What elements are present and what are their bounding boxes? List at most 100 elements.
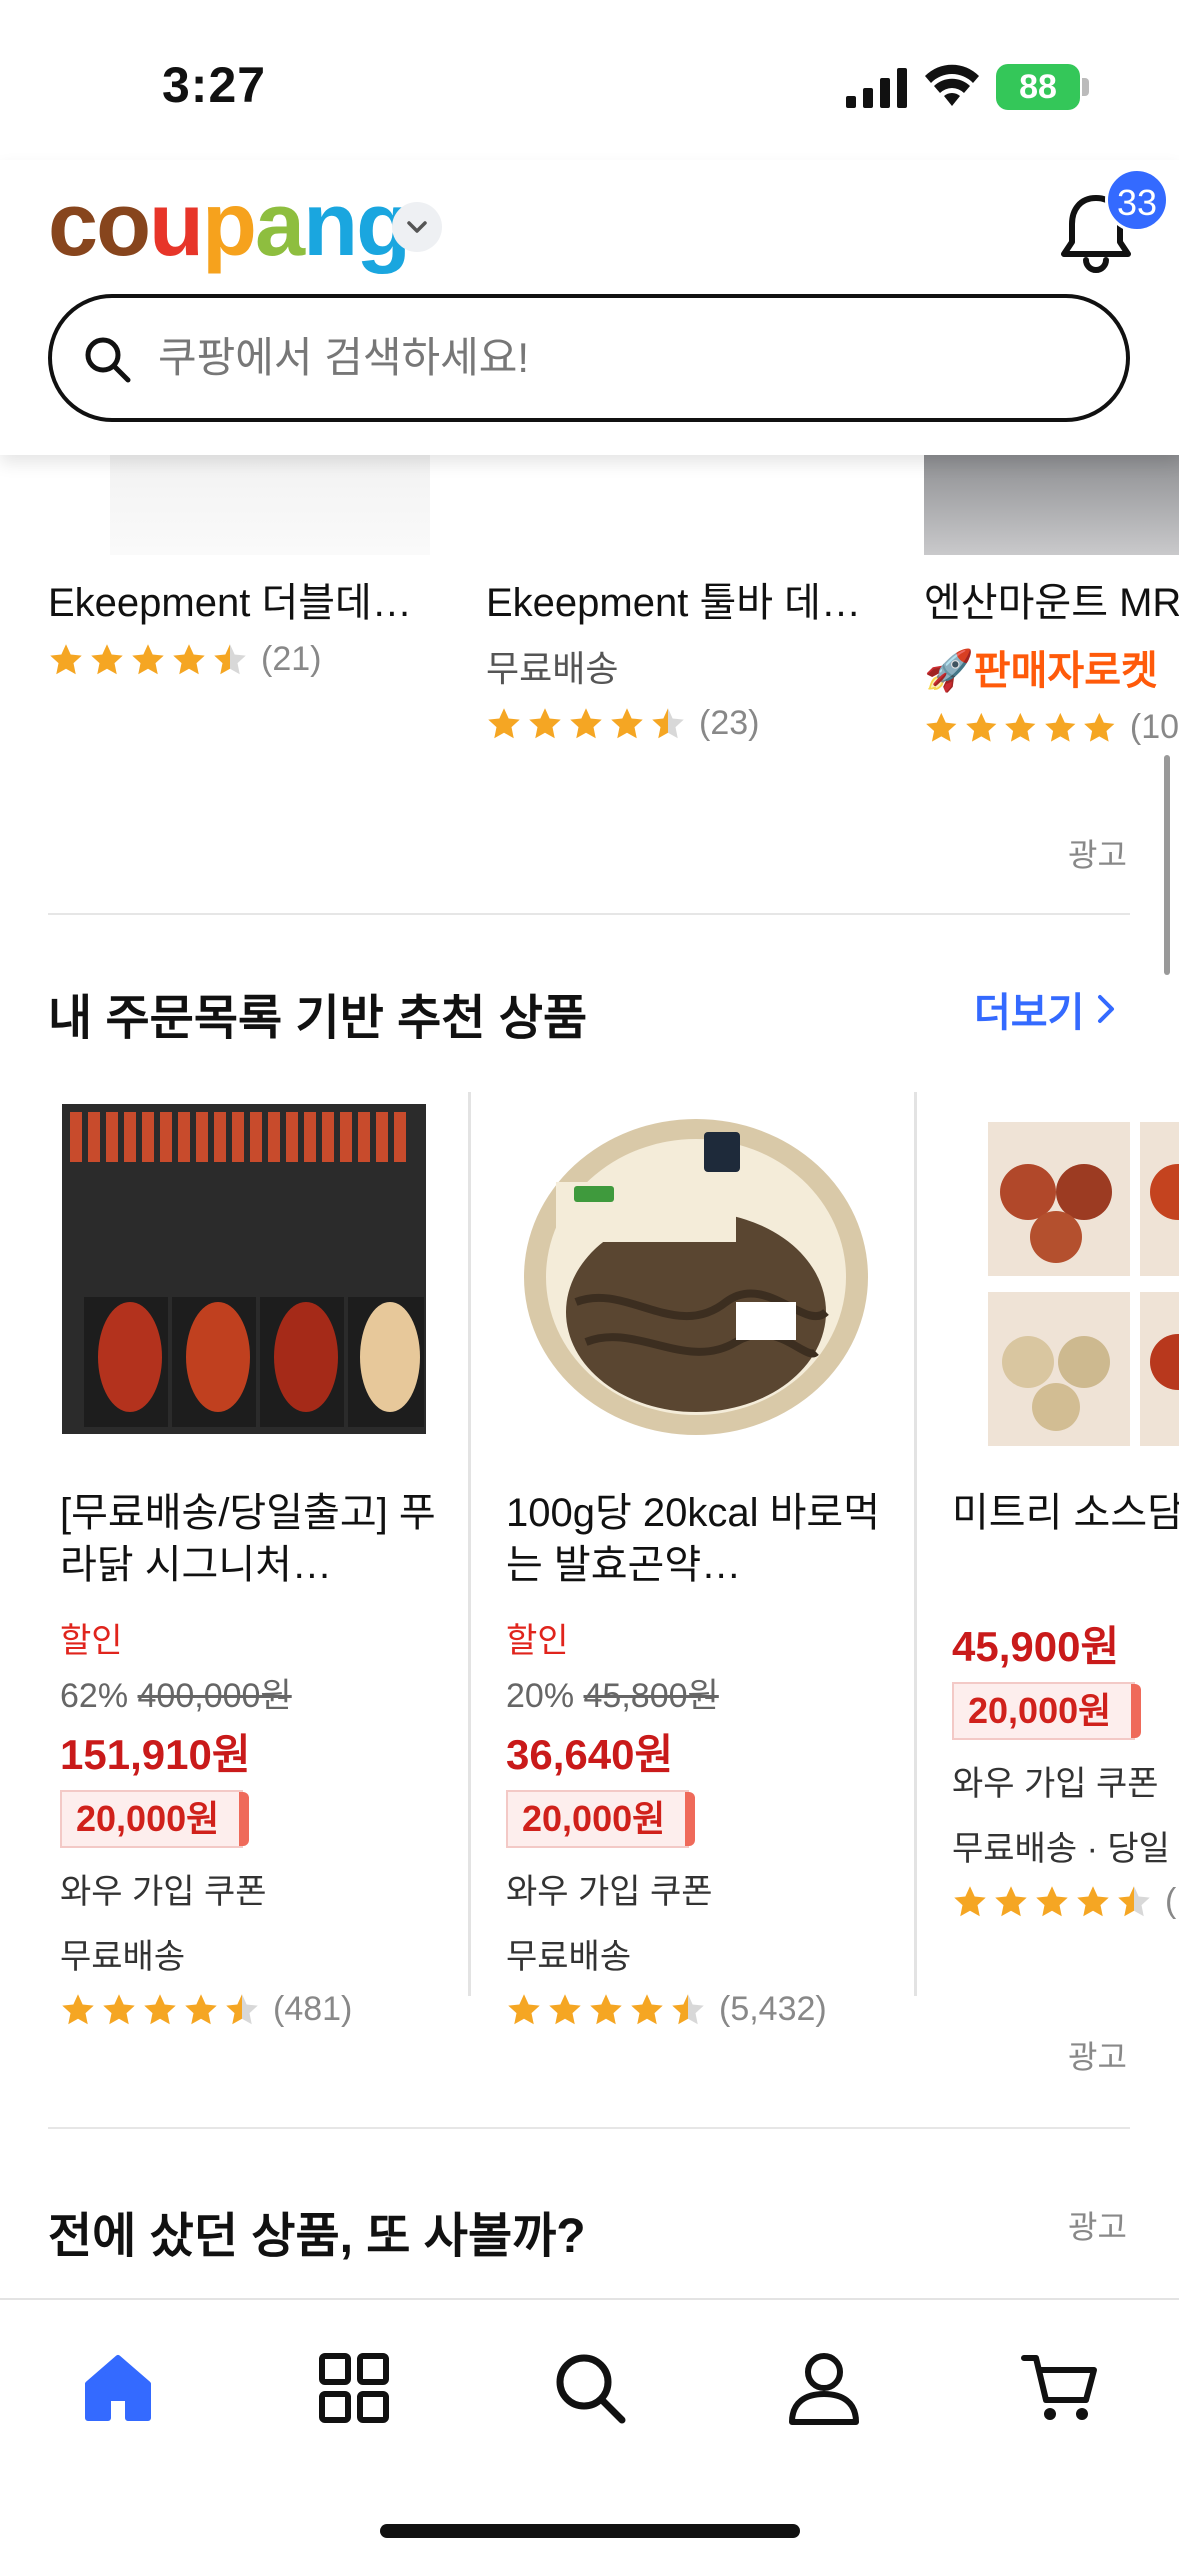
product-title: [무료배송/당일출고] 푸라닭 시그니처… bbox=[60, 1491, 436, 1587]
rating: (23) bbox=[486, 704, 876, 743]
product-title: Ekeepment 툴바 데… bbox=[486, 581, 861, 625]
rating: (481) bbox=[60, 1990, 460, 2029]
review-count: (23) bbox=[699, 704, 760, 742]
star-icon bbox=[1036, 1885, 1068, 1916]
strip-item[interactable]: 엔산마운트 MR 🚀판매자로켓 (10 bbox=[924, 570, 1179, 747]
coupang-logo[interactable]: coupang bbox=[48, 174, 411, 277]
star-icon bbox=[995, 1885, 1027, 1916]
strip-item[interactable]: Ekeepment 툴바 데… 무료배송 (23) bbox=[486, 570, 876, 743]
logo-letter: a bbox=[255, 175, 305, 275]
wifi-icon bbox=[925, 64, 979, 106]
search-icon bbox=[85, 337, 131, 383]
star-icon bbox=[488, 707, 520, 738]
product-card[interactable]: 미트리 소스담 닭가슴살 볼 4 45,900원 20,000원 와우 가입 쿠… bbox=[952, 1092, 1179, 1996]
review-count: (10 bbox=[1129, 708, 1179, 746]
coupon-badge[interactable]: 20,000원 bbox=[60, 1790, 250, 1848]
product-title: 엔산마운트 MR bbox=[924, 581, 1179, 625]
search-icon[interactable] bbox=[550, 2348, 630, 2428]
star-icon bbox=[1044, 712, 1076, 742]
review-count: (5,432) bbox=[719, 1990, 827, 2028]
product-card[interactable]: 100g당 20kcal 바로먹는 발효곤약… 할인 20% 45,800원 3… bbox=[506, 1092, 926, 2028]
search-input[interactable] bbox=[158, 328, 1058, 388]
section-title: 내 주문목록 기반 추천 상품 bbox=[48, 992, 588, 1045]
star-icon bbox=[965, 712, 996, 742]
divider bbox=[48, 2127, 1130, 2129]
sale-label: 할인 bbox=[506, 1622, 569, 1660]
star-icon bbox=[508, 1993, 540, 2024]
strip-item[interactable]: Ekeepment 더블데… (21) bbox=[48, 570, 438, 679]
product-image[interactable] bbox=[506, 1102, 886, 1452]
home-icon[interactable] bbox=[78, 2348, 158, 2428]
star-icon bbox=[214, 643, 246, 674]
rating: (21) bbox=[48, 640, 438, 679]
star-icon bbox=[631, 1993, 663, 2024]
coupon-note: 와우 가입 쿠폰 bbox=[506, 1873, 713, 1911]
product-card[interactable]: [무료배송/당일출고] 푸라닭 시그니처… 할인 62% 400,000원 15… bbox=[60, 1092, 480, 2028]
star-icon bbox=[1005, 712, 1036, 742]
search-bar[interactable] bbox=[48, 294, 1130, 422]
star-icon bbox=[590, 1993, 622, 2024]
product-image[interactable] bbox=[110, 455, 430, 555]
coupon-badge[interactable]: 20,000원 bbox=[506, 1790, 696, 1848]
card-separator bbox=[914, 1092, 917, 1996]
chevron-down-icon[interactable] bbox=[392, 202, 442, 252]
star-icon bbox=[1077, 1885, 1109, 1916]
rating: ( bbox=[952, 1882, 1179, 1921]
card-separator bbox=[468, 1092, 471, 1996]
status-time: 3:27 bbox=[162, 57, 267, 113]
review-count: (481) bbox=[273, 1990, 353, 2028]
shipping-label: 무료배송 bbox=[60, 1938, 186, 1976]
coupon-note: 와우 가입 쿠폰 bbox=[60, 1873, 267, 1911]
sale-price: 36,640원 bbox=[506, 1731, 674, 1778]
review-count: (21) bbox=[261, 640, 322, 678]
logo-letter: u bbox=[149, 175, 204, 275]
star-icon bbox=[185, 1993, 217, 2024]
bottom-tab-bar bbox=[0, 2298, 1179, 2556]
seller-rocket-badge: 🚀판매자로켓 bbox=[924, 649, 1158, 693]
more-label: 더보기 bbox=[974, 991, 1085, 1035]
more-link[interactable]: 더보기 bbox=[974, 980, 1118, 1038]
star-icon bbox=[144, 1993, 176, 2024]
star-icon bbox=[926, 712, 957, 742]
chevron-right-icon bbox=[1098, 995, 1115, 1023]
star-icon bbox=[1118, 1885, 1150, 1916]
coupon-note: 와우 가입 쿠폰 bbox=[952, 1765, 1159, 1803]
product-image[interactable] bbox=[988, 1122, 1179, 1452]
sale-label: 할인 bbox=[60, 1622, 123, 1660]
star-icon bbox=[103, 1993, 135, 2024]
product-image[interactable] bbox=[924, 455, 1179, 555]
battery-tip bbox=[1082, 78, 1089, 96]
discount-rate: 20% bbox=[506, 1677, 575, 1715]
sponsored-product-strip: Ekeepment 더블데… (21) Ekeepment 툴바 데… 무료배송… bbox=[0, 455, 1179, 915]
categories-icon[interactable] bbox=[314, 2348, 394, 2428]
star-icon bbox=[954, 1885, 986, 1916]
notification-badge: 33 bbox=[1105, 168, 1169, 232]
shipping-label: 무료배송 · 당일 bbox=[952, 1830, 1170, 1868]
sale-price: 151,910원 bbox=[60, 1731, 251, 1778]
star-icon bbox=[570, 707, 602, 738]
star-icon bbox=[672, 1993, 704, 2024]
cart-icon[interactable] bbox=[1020, 2348, 1100, 2428]
discount-rate: 62% bbox=[60, 1677, 129, 1715]
user-icon[interactable] bbox=[784, 2348, 864, 2428]
rating: (10 bbox=[924, 708, 1179, 747]
logo-letter: c bbox=[48, 175, 98, 275]
review-count: ( bbox=[1165, 1882, 1177, 1920]
star-icon bbox=[611, 707, 643, 738]
battery-icon: 88 bbox=[996, 64, 1080, 110]
star-icon bbox=[50, 643, 82, 674]
section-title: 전에 샀던 상품, 또 사볼까? bbox=[48, 2210, 586, 2263]
rating: (5,432) bbox=[506, 1990, 906, 2029]
star-icon bbox=[62, 1993, 94, 2024]
original-price: 20% 45,800원 bbox=[506, 1668, 906, 1717]
home-indicator bbox=[380, 2524, 800, 2538]
original-price: 62% 400,000원 bbox=[60, 1668, 460, 1717]
shipping-label: 무료배송 bbox=[486, 648, 619, 689]
product-image[interactable] bbox=[60, 1102, 440, 1452]
ad-label: 광고 bbox=[1068, 2039, 1127, 2075]
star-icon bbox=[652, 707, 684, 738]
star-icon bbox=[226, 1993, 258, 2024]
scrollbar[interactable] bbox=[1164, 755, 1170, 975]
coupon-badge[interactable]: 20,000원 bbox=[952, 1682, 1142, 1740]
star-icon bbox=[91, 643, 123, 674]
